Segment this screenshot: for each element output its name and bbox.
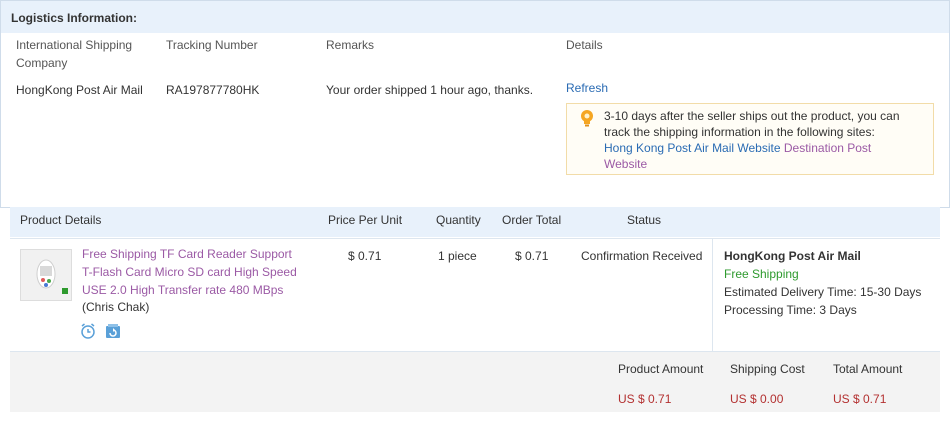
alarm-clock-icon[interactable] <box>80 323 96 339</box>
shipping-info: HongKong Post Air Mail Free Shipping Est… <box>712 239 941 351</box>
product-thumbnail[interactable] <box>20 249 72 301</box>
free-shipping-label: Free Shipping <box>724 267 799 281</box>
header-order-total: Order Total <box>502 213 562 227</box>
header-shipping-company-line1: International Shipping <box>16 38 133 52</box>
tip-text: 3-10 days after the seller ships out the… <box>604 108 924 172</box>
refresh-box-icon[interactable] <box>105 323 121 339</box>
tip-line-2: track the shipping information in the fo… <box>604 125 875 139</box>
product-title-line-3: USE 2.0 High Transfer rate 480 MBps <box>82 283 284 297</box>
order-total: $ 0.71 <box>515 249 549 263</box>
delivery-value: 15-30 Days <box>860 285 922 299</box>
remarks-text: Your order shipped 1 hour ago, thanks. <box>326 83 534 97</box>
total-amount-label: Total Amount <box>833 362 903 376</box>
processing-label: Processing Time: <box>724 303 817 317</box>
product-title-line-1: Free Shipping TF Card Reader Support <box>82 247 292 261</box>
product-title-link[interactable]: Free Shipping TF Card Reader Support T-F… <box>82 245 312 299</box>
logistics-title: Logistics Information: <box>1 1 949 33</box>
quantity: 1 piece <box>438 249 477 263</box>
lightbulb-icon <box>581 110 593 127</box>
hongkong-post-link[interactable]: Hong Kong Post Air Mail Website <box>604 141 781 155</box>
processing-value: 3 Days <box>819 303 857 317</box>
price-per-unit: $ 0.71 <box>348 249 382 263</box>
estimated-delivery: Estimated Delivery Time: 15-30 Days <box>724 285 921 299</box>
header-shipping-company-line2: Company <box>16 56 68 70</box>
product-amount-label: Product Amount <box>618 362 704 376</box>
header-product-details: Product Details <box>20 213 102 227</box>
processing-time: Processing Time: 3 Days <box>724 303 857 317</box>
refresh-link[interactable]: Refresh <box>566 81 608 95</box>
header-tracking-number: Tracking Number <box>166 38 258 52</box>
header-status: Status <box>627 213 662 227</box>
order-totals: Product Amount Shipping Cost Total Amoun… <box>10 351 940 412</box>
shipping-company: HongKong Post Air Mail <box>16 83 143 97</box>
product-amount-value: US $ 0.71 <box>618 392 672 406</box>
delivery-label: Estimated Delivery Time: <box>724 285 857 299</box>
header-price-per-unit: Price Per Unit <box>328 213 403 227</box>
shipping-carrier: HongKong Post Air Mail <box>724 249 861 263</box>
seller-name: (Chris Chak) <box>82 300 150 314</box>
destination-post-link-cont[interactable]: Website <box>604 157 647 171</box>
order-status: Confirmation Received <box>581 249 703 263</box>
tip-line-1: 3-10 days after the seller ships out the… <box>604 109 900 123</box>
shipping-cost-value: US $ 0.00 <box>730 392 784 406</box>
destination-post-link[interactable]: Destination Post <box>784 141 871 155</box>
product-title-line-2: T-Flash Card Micro SD card High Speed <box>82 265 297 279</box>
tracking-tip-box: 3-10 days after the seller ships out the… <box>566 103 934 175</box>
shipping-cost-label: Shipping Cost <box>730 362 805 376</box>
header-remarks: Remarks <box>326 38 375 52</box>
product-table-header: Product Details Price Per Unit Quantity … <box>10 207 940 237</box>
logistics-panel: Logistics Information: International Shi… <box>0 0 950 208</box>
product-row: Free Shipping TF Card Reader Support T-F… <box>10 238 940 351</box>
total-amount-value: US $ 0.71 <box>833 392 887 406</box>
tracking-number: RA197877780HK <box>166 83 260 97</box>
header-quantity: Quantity <box>436 213 481 227</box>
header-details: Details <box>566 38 603 52</box>
